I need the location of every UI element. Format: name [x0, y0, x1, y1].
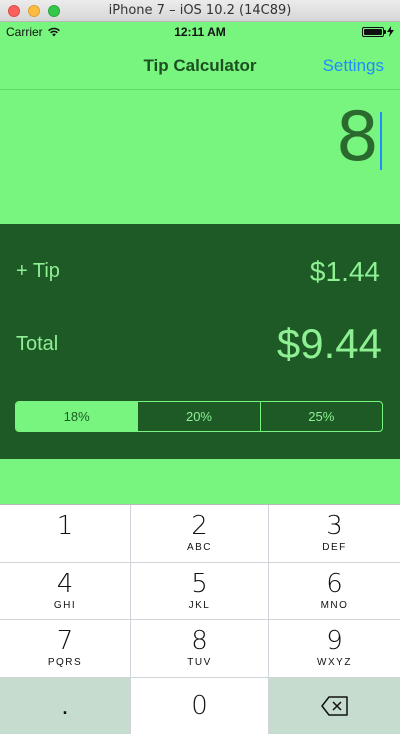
numeric-keypad: 1 2 ABC 3 DEF 4 GHI 5 JKL 6 MNO 7 PQRS 8 — [0, 504, 400, 734]
tip-percentage-selector: 18% 20% 25% — [15, 401, 383, 432]
key-digit: 4 — [56, 568, 74, 599]
key-letters: WXYZ — [317, 657, 352, 669]
key-letters: GHI — [53, 599, 77, 611]
tip-option-20[interactable]: 20% — [138, 402, 261, 431]
tip-amount: $1.44 — [309, 256, 380, 287]
delete-icon — [320, 696, 348, 716]
results-panel: + Tip $1.44 Total $9.44 18% 20% 25% — [0, 224, 400, 459]
key-0[interactable]: 0 — [131, 677, 268, 734]
key-6[interactable]: 6 MNO — [269, 562, 400, 619]
navigation-bar: Tip Calculator Settings — [0, 42, 400, 90]
charging-icon — [387, 26, 394, 37]
key-4[interactable]: 4 GHI — [0, 562, 130, 619]
key-digit: 5 — [191, 568, 208, 599]
key-decimal-label: . — [61, 690, 69, 721]
window-minimize-button[interactable] — [28, 5, 40, 17]
key-letters: DEF — [322, 542, 347, 554]
status-bar: Carrier 12:11 AM — [0, 22, 400, 42]
window-close-button[interactable] — [8, 5, 20, 17]
key-5[interactable]: 5 JKL — [131, 562, 268, 619]
key-letters: TUV — [187, 657, 212, 669]
settings-button[interactable]: Settings — [323, 56, 384, 76]
key-digit: 7 — [56, 626, 74, 657]
key-letters: MNO — [320, 599, 349, 611]
key-digit: 6 — [326, 568, 343, 599]
key-letters: ABC — [186, 542, 213, 554]
key-9[interactable]: 9 WXYZ — [269, 620, 400, 677]
simulator-title-bar: iPhone 7 – iOS 10.2 (14C89) — [0, 0, 400, 22]
key-digit: 9 — [326, 626, 343, 657]
key-1[interactable]: 1 — [0, 505, 130, 562]
bill-input[interactable]: 8 — [0, 90, 400, 224]
window-title: iPhone 7 – iOS 10.2 (14C89) — [108, 3, 292, 18]
tip-option-25[interactable]: 25% — [261, 402, 382, 431]
phone-screen: Carrier 12:11 AM Tip Calculator Settings… — [0, 22, 400, 734]
key-decimal[interactable]: . — [0, 677, 130, 734]
window-maximize-button[interactable] — [48, 5, 60, 17]
key-letters: JKL — [188, 599, 211, 611]
key-letters: PQRS — [47, 657, 83, 669]
bill-amount-text: 8 — [335, 98, 379, 177]
total-label: Total — [16, 333, 59, 355]
key-digit: 1 — [56, 511, 74, 542]
key-8[interactable]: 8 TUV — [131, 620, 268, 677]
battery-icon — [362, 26, 386, 37]
key-3[interactable]: 3 DEF — [269, 505, 400, 562]
key-2[interactable]: 2 ABC — [131, 505, 268, 562]
key-digit: 8 — [191, 626, 208, 657]
key-7[interactable]: 7 PQRS — [0, 620, 130, 677]
key-digit: 0 — [191, 690, 208, 721]
key-digit: 2 — [191, 511, 208, 542]
text-cursor — [380, 112, 382, 170]
key-digit: 3 — [326, 511, 343, 542]
tip-label: + Tip — [16, 260, 60, 282]
key-delete[interactable] — [269, 677, 400, 734]
status-time: 12:11 AM — [174, 25, 226, 39]
tip-option-18[interactable]: 18% — [16, 402, 139, 431]
total-amount: $9.44 — [276, 320, 382, 367]
